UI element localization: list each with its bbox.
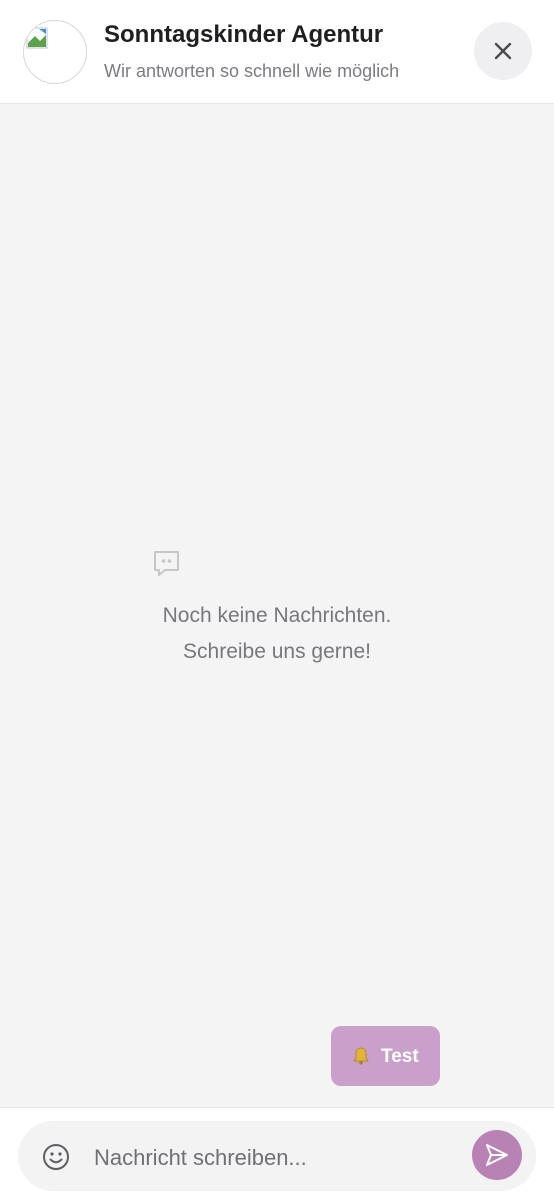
message-composer [0, 1107, 554, 1200]
message-input[interactable] [92, 1139, 462, 1177]
emoji-button[interactable] [40, 1141, 72, 1173]
page-subtitle: Wir antworten so schnell wie möglich [104, 61, 400, 81]
empty-state: Noch keine Nachrichten. Schreibe uns ger… [0, 545, 554, 675]
chat-header: Sonntagskinder Agentur Wir antworten so … [0, 0, 554, 104]
close-button[interactable] [474, 22, 532, 80]
empty-state-hint: Schreibe uns gerne! [183, 640, 371, 663]
close-icon [494, 42, 512, 60]
test-button-label: Test [381, 1046, 419, 1067]
chat-bubble-icon [154, 551, 179, 576]
bell-icon [353, 1047, 369, 1065]
empty-state-message: Noch keine Nachrichten. [162, 604, 392, 627]
send-button[interactable] [472, 1130, 522, 1180]
send-icon [486, 1144, 508, 1166]
message-input-container [18, 1121, 536, 1191]
smiley-icon [43, 1144, 69, 1170]
chat-widget: Sonntagskinder Agentur Wir antworten so … [0, 0, 554, 1200]
broken-image-icon [26, 27, 48, 49]
page-title: Sonntagskinder Agentur [104, 21, 384, 48]
test-button[interactable]: Test [331, 1026, 440, 1086]
avatar [23, 20, 87, 84]
